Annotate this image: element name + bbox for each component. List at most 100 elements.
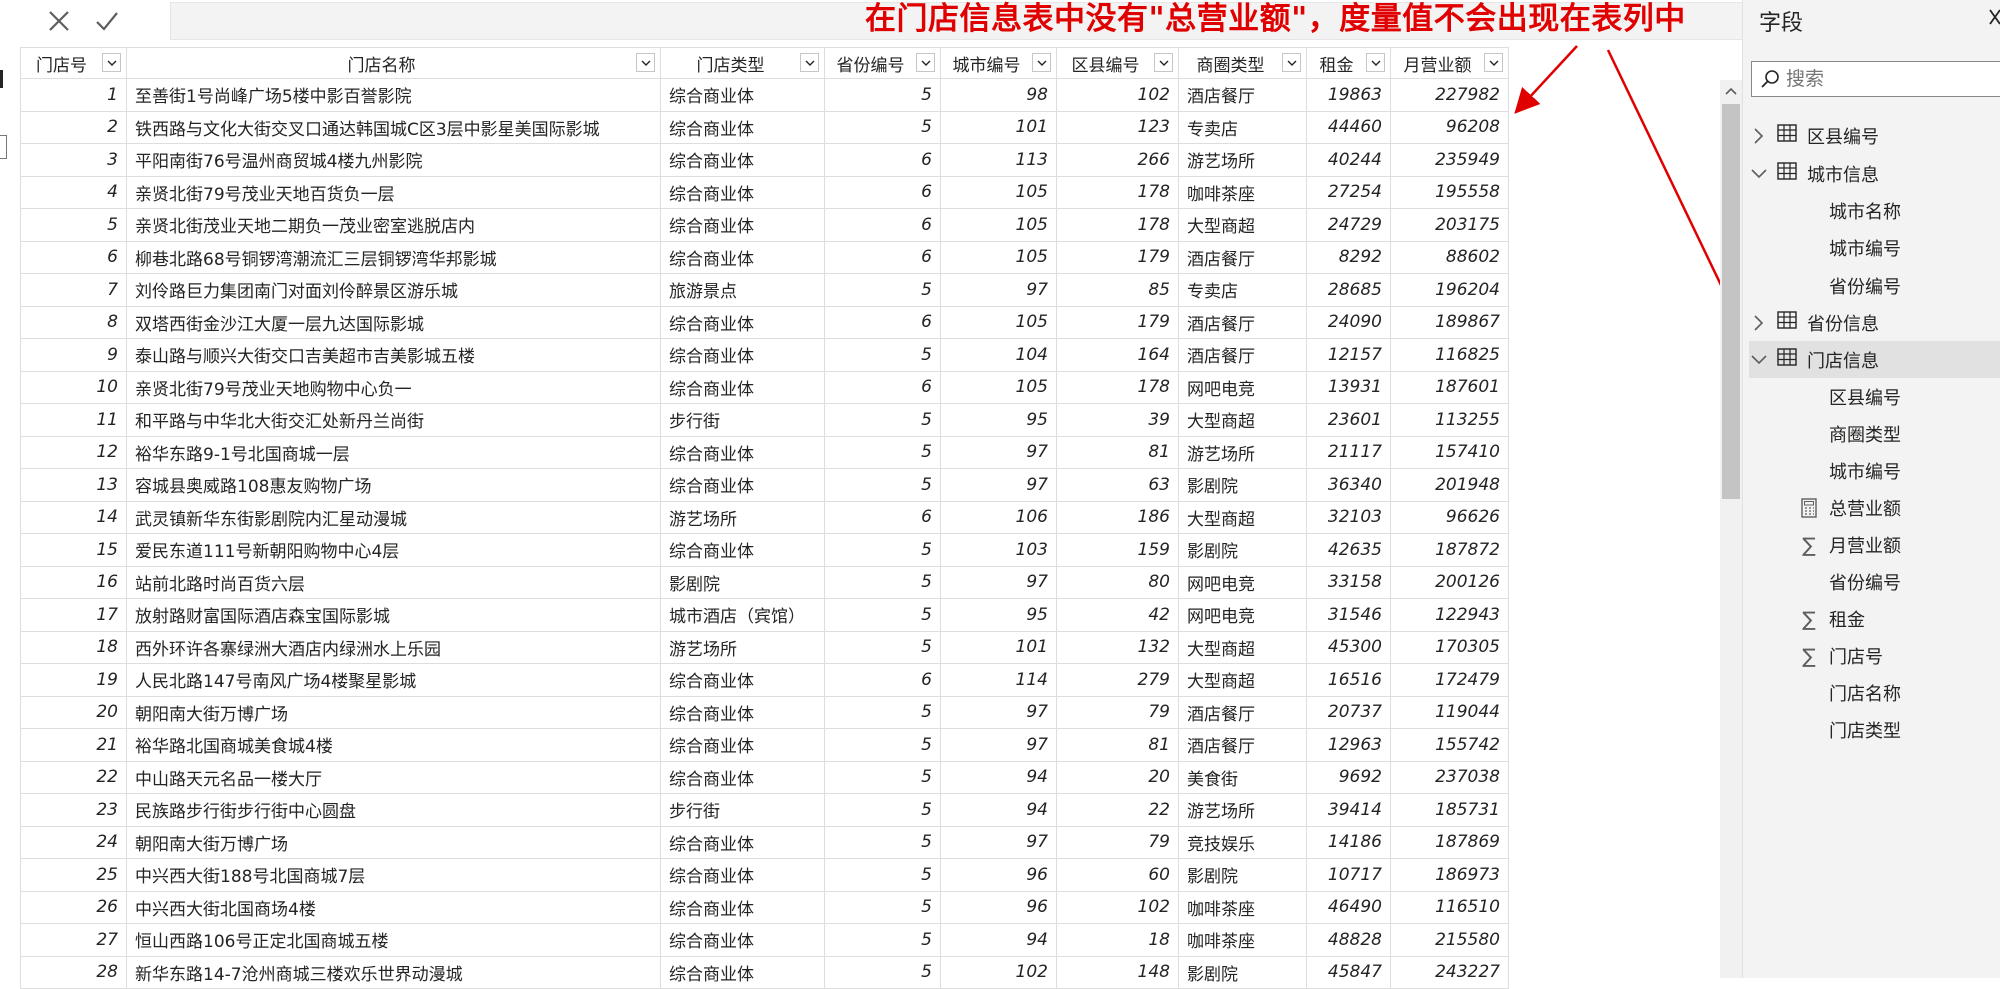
- column-filter-dropdown-icon[interactable]: [1282, 53, 1301, 72]
- table-row: 28 新华东路14-7沧州商城三楼欢乐世界动漫城 综合商业体 5 102 148 影剧院 45…: [20, 955, 1509, 989]
- chevron-right-icon[interactable]: [1749, 126, 1769, 146]
- column-header[interactable]: 门店号: [20, 47, 127, 79]
- chevron-down-icon[interactable]: [1749, 164, 1769, 184]
- field-item[interactable]: ∑ 租金: [1799, 600, 2000, 637]
- field-item[interactable]: 城市编号: [1799, 452, 2000, 489]
- field-item[interactable]: 区县编号: [1799, 378, 2000, 415]
- column-header[interactable]: 门店类型: [660, 47, 825, 79]
- table-cell: 114: [940, 663, 1057, 697]
- field-item[interactable]: 商圈类型: [1799, 415, 2000, 452]
- field-item[interactable]: 城市名称: [1799, 192, 2000, 229]
- table-cell: 26: [20, 890, 127, 924]
- table-cell: 186973: [1390, 858, 1509, 892]
- table-cell: 综合商业体: [660, 760, 825, 794]
- table-cell: 综合商业体: [660, 175, 825, 209]
- collapse-pane-icon[interactable]: [1988, 6, 2000, 28]
- table-cell: 21: [20, 728, 127, 762]
- table-cell: 25: [20, 858, 127, 892]
- column-filter-dropdown-icon[interactable]: [800, 53, 819, 72]
- column-filter-dropdown-icon[interactable]: [1484, 53, 1503, 72]
- table-cell: 189867: [1390, 305, 1509, 339]
- table-cell: 5: [824, 955, 941, 989]
- table-cell: 132: [1056, 630, 1179, 664]
- table-cell: 187601: [1390, 370, 1509, 404]
- field-label: 城市编号: [1829, 238, 1901, 260]
- field-table-item[interactable]: 省份信息: [1749, 304, 2000, 341]
- fields-search-box[interactable]: [1751, 61, 2000, 97]
- table-cell: 103: [940, 533, 1057, 567]
- sigma-icon: ∑: [1802, 532, 1816, 557]
- table-cell: 5: [20, 208, 127, 242]
- table-cell: 19: [20, 663, 127, 697]
- table-cell: 综合商业体: [660, 208, 825, 242]
- table-cell: 朝阳南大街万博广场: [126, 825, 661, 859]
- table-cell: 97: [940, 825, 1057, 859]
- table-cell: 容城县奥威路108惠友购物广场: [126, 468, 661, 502]
- table-cell: 影剧院: [1178, 858, 1307, 892]
- column-filter-dropdown-icon[interactable]: [916, 53, 935, 72]
- table-cell: 79: [1056, 695, 1179, 729]
- table-cell: 综合商业体: [660, 695, 825, 729]
- table-cell: 96626: [1390, 500, 1509, 534]
- table-cell: 20737: [1306, 695, 1391, 729]
- scroll-up-icon[interactable]: [1723, 83, 1739, 99]
- table-cell: 综合商业体: [660, 825, 825, 859]
- table-cell: 9: [20, 338, 127, 372]
- scroll-thumb[interactable]: [1722, 104, 1740, 499]
- field-item[interactable]: 门店类型: [1799, 711, 2000, 748]
- field-item[interactable]: ∑ 月营业额: [1799, 526, 2000, 563]
- column-header[interactable]: 商圈类型: [1178, 47, 1307, 79]
- chevron-right-icon[interactable]: [1749, 313, 1769, 333]
- field-item[interactable]: 省份编号: [1799, 563, 2000, 600]
- column-filter-dropdown-icon[interactable]: [636, 53, 655, 72]
- table-cell: 5: [824, 728, 941, 762]
- table-cell: 159: [1056, 533, 1179, 567]
- column-header[interactable]: 月营业额: [1390, 47, 1509, 79]
- search-input[interactable]: [1784, 64, 1988, 94]
- table-cell: 柳巷北路68号铜锣湾潮流汇三层铜锣湾华邦影城: [126, 240, 661, 274]
- column-filter-dropdown-icon[interactable]: [1032, 53, 1051, 72]
- chevron-down-icon[interactable]: [1749, 350, 1769, 370]
- field-table-item[interactable]: 区县编号: [1749, 117, 2000, 154]
- field-label: 门店信息: [1807, 350, 1879, 372]
- table-cell: 60: [1056, 858, 1179, 892]
- table-cell: 网吧电竞: [1178, 565, 1307, 599]
- field-label: 区县编号: [1807, 126, 1879, 148]
- field-table-item[interactable]: 门店信息: [1749, 341, 2000, 378]
- cancel-button[interactable]: [40, 4, 78, 38]
- table-cell: 113255: [1390, 403, 1509, 437]
- column-header[interactable]: 区县编号: [1056, 47, 1179, 79]
- field-item[interactable]: 总营业额: [1799, 489, 2000, 526]
- table-cell: 爱民东道111号新朝阳购物中心4层: [126, 533, 661, 567]
- column-header[interactable]: 省份编号: [824, 47, 941, 79]
- table-cell: 18: [1056, 923, 1179, 957]
- table-cell: 5: [824, 273, 941, 307]
- table-cell: 215580: [1390, 923, 1509, 957]
- field-item[interactable]: ∑ 门店号: [1799, 637, 2000, 674]
- table-cell: 21117: [1306, 435, 1391, 469]
- table-cell: 105: [940, 370, 1057, 404]
- table-cell: 113: [940, 143, 1057, 177]
- field-item[interactable]: 省份编号: [1799, 267, 2000, 304]
- field-item[interactable]: 门店名称: [1799, 674, 2000, 711]
- field-table-item[interactable]: 城市信息: [1749, 155, 2000, 192]
- field-item[interactable]: 城市编号: [1799, 229, 2000, 266]
- table-cell: 23601: [1306, 403, 1391, 437]
- commit-button[interactable]: [88, 4, 126, 38]
- table-cell: 裕华路北国商城美食城4楼: [126, 728, 661, 762]
- table-cell: 6: [824, 663, 941, 697]
- column-header[interactable]: 门店名称: [126, 47, 661, 79]
- table-row: 13 容城县奥威路108惠友购物广场 综合商业体 5 97 63 影剧院 36340 20194…: [20, 468, 1509, 502]
- table-cell: 6: [824, 208, 941, 242]
- table-cell: 102: [1056, 78, 1179, 112]
- column-filter-dropdown-icon[interactable]: [1154, 53, 1173, 72]
- column-header[interactable]: 租金: [1306, 47, 1391, 79]
- column-header[interactable]: 城市编号: [940, 47, 1057, 79]
- column-filter-dropdown-icon[interactable]: [1366, 53, 1385, 72]
- table-cell: 97: [940, 728, 1057, 762]
- table-cell: 22: [1056, 793, 1179, 827]
- vertical-scrollbar[interactable]: [1720, 80, 1742, 978]
- table-cell: 178: [1056, 370, 1179, 404]
- table-cell: 79: [1056, 825, 1179, 859]
- column-filter-dropdown-icon[interactable]: [102, 53, 121, 72]
